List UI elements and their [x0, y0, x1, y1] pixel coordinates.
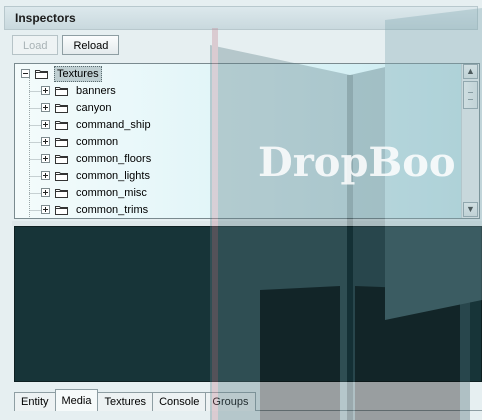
folder-icon [55, 205, 68, 215]
expand-icon[interactable] [41, 86, 50, 95]
folder-icon [55, 137, 68, 147]
load-button[interactable]: Load [12, 35, 59, 55]
tree-item-label[interactable]: command_ship [74, 118, 153, 132]
tree-item-label[interactable]: common_floors [74, 152, 153, 166]
tree-root-label[interactable]: Textures [54, 65, 102, 82]
tree-item[interactable]: common_misc [41, 184, 149, 201]
tree-item-label[interactable]: banners [74, 84, 118, 98]
collapse-icon[interactable] [21, 69, 30, 78]
tree-item-label[interactable]: common [74, 135, 120, 149]
folder-icon [55, 120, 68, 130]
texture-tree-view[interactable]: Textures banners canyon command_ship com… [14, 63, 480, 219]
inspectors-panel: Inspectors Load Reload Textures banners … [0, 0, 482, 420]
expand-icon[interactable] [41, 188, 50, 197]
folder-icon [55, 188, 68, 198]
tree-item-label[interactable]: common_trims [74, 203, 150, 217]
tree-root-row[interactable]: Textures [21, 65, 102, 82]
tab-textures[interactable]: Textures [97, 392, 154, 411]
folder-icon [55, 103, 68, 113]
expand-icon[interactable] [41, 103, 50, 112]
tree-item[interactable]: common [41, 133, 120, 150]
expand-icon[interactable] [41, 205, 50, 214]
expand-icon[interactable] [41, 154, 50, 163]
tree-item[interactable]: command_ship [41, 116, 153, 133]
inspector-tab-bar: Entity Media Textures Console Groups [14, 389, 256, 411]
tab-media[interactable]: Media [54, 389, 99, 411]
scroll-thumb[interactable] [463, 81, 478, 109]
panel-title-bar: Inspectors [4, 6, 478, 30]
arrow-up-icon[interactable]: ▲ [463, 64, 478, 79]
reload-button[interactable]: Reload [62, 35, 120, 55]
folder-icon [55, 171, 68, 181]
arrow-down-icon[interactable]: ▼ [463, 202, 478, 217]
tab-groups[interactable]: Groups [205, 392, 256, 411]
expand-icon[interactable] [41, 120, 50, 129]
tab-console[interactable]: Console [152, 392, 207, 411]
tree-item[interactable]: canyon [41, 99, 113, 116]
folder-icon [55, 154, 68, 164]
tree-item-label[interactable]: common_lights [74, 169, 152, 183]
tree-item-label[interactable]: common_misc [74, 186, 149, 200]
tree-item[interactable]: common_lights [41, 167, 152, 184]
tree-item[interactable]: common_trims [41, 201, 150, 218]
folder-icon [55, 86, 68, 96]
tree-item-label[interactable]: canyon [74, 101, 113, 115]
tree-item[interactable]: common_floors [41, 150, 153, 167]
tab-entity[interactable]: Entity [14, 392, 56, 411]
media-preview-area [14, 226, 482, 382]
folder-icon [35, 69, 48, 79]
panel-title: Inspectors [15, 11, 76, 25]
expand-icon[interactable] [41, 171, 50, 180]
tree-vertical-scrollbar[interactable]: ▲ ▼ [461, 64, 479, 218]
tree-item[interactable]: banners [41, 82, 118, 99]
expand-icon[interactable] [41, 137, 50, 146]
inspector-toolbar: Load Reload [12, 35, 120, 57]
